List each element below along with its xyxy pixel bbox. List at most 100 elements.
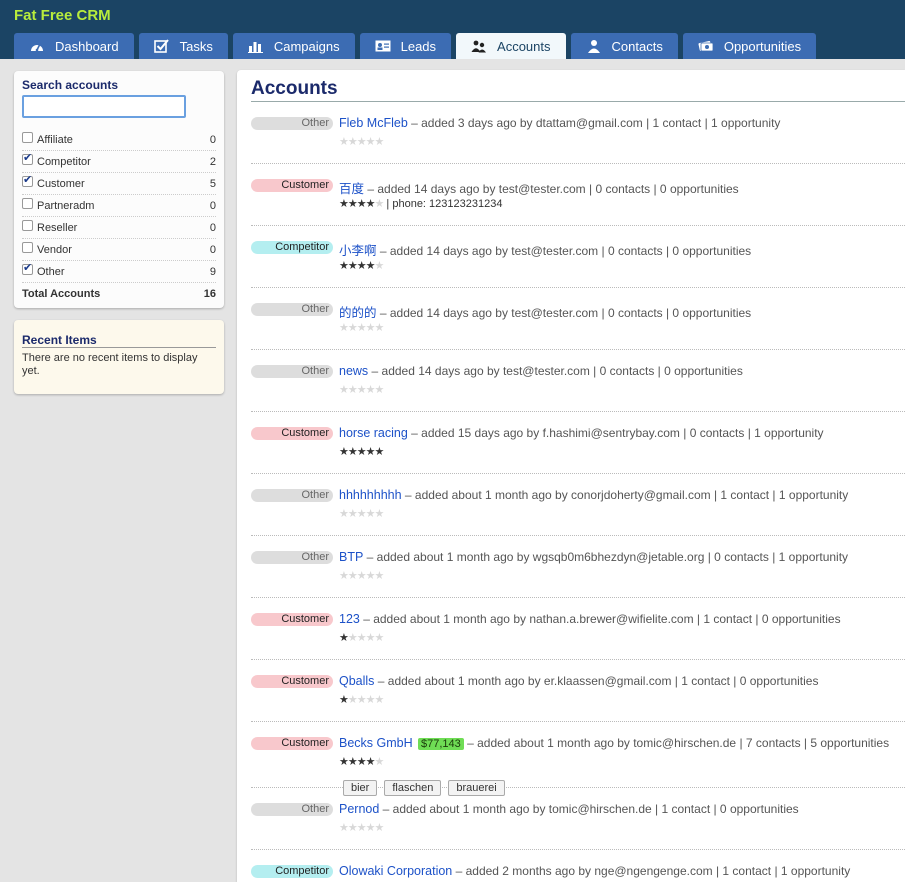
filter-partneradm: Partneradm 0 xyxy=(22,195,216,217)
account-name-link[interactable]: BTP xyxy=(339,550,363,564)
account-meta: – added 14 days ago by test@tester.com |… xyxy=(368,364,743,378)
rating-star-icon: ★ xyxy=(347,631,358,644)
rating-star-icon: ★ xyxy=(365,569,376,582)
rating-star-icon: ★ xyxy=(374,693,385,706)
rating-star-icon: ★ xyxy=(339,507,349,520)
rating-star-icon: ★ xyxy=(339,693,349,706)
pipeline-amount-badge: $77,143 xyxy=(417,738,464,750)
filter-label[interactable]: Other xyxy=(37,266,65,278)
opportunities-icon xyxy=(698,39,714,53)
account-details: ★★★★★ xyxy=(339,755,384,768)
rating-star-icon: ★ xyxy=(347,259,358,272)
tab-dashboard[interactable]: Dashboard xyxy=(14,33,134,59)
filter-count: 0 xyxy=(209,133,216,146)
account-name-link[interactable]: Pernod xyxy=(339,802,379,816)
app-logo[interactable]: Fat Free CRM xyxy=(14,7,111,24)
filter-label[interactable]: Affiliate xyxy=(37,134,73,146)
category-badge: Competitor xyxy=(251,865,333,878)
account-name-link[interactable]: news xyxy=(339,364,368,378)
filter-checkbox[interactable] xyxy=(22,173,33,187)
app-header: Fat Free CRM Dashboard Tasks Campaigns Lead… xyxy=(0,0,905,59)
tab-leads[interactable]: Leads xyxy=(359,33,452,59)
account-summary: 百度 – added 14 days ago by test@tester.co… xyxy=(339,178,739,197)
filter-affiliate: Affiliate 0 xyxy=(22,129,216,151)
search-accounts-panel: Search accounts Affiliate 0 Competitor 2 Cus… xyxy=(14,71,224,308)
account-item: Customer horse racing – added 15 days ago… xyxy=(251,412,905,474)
category-badge: Customer xyxy=(251,737,333,750)
account-summary: 小李啊 – added 14 days ago by test@tester.c… xyxy=(339,240,751,259)
recent-items-title: Recent Items xyxy=(22,333,97,347)
rating-star-icon: ★ xyxy=(365,755,376,768)
filter-label[interactable]: Reseller xyxy=(37,222,77,234)
account-meta: – added about 1 month ago by er.klaassen… xyxy=(374,674,819,688)
account-meta: – added 14 days ago by test@tester.com |… xyxy=(376,306,752,320)
account-meta: – added 2 months ago by nge@ngengenge.co… xyxy=(452,864,851,878)
rating-star-icon: ★ xyxy=(356,631,367,644)
account-name-link[interactable]: hhhhhhhhh xyxy=(339,488,402,502)
rating-star-icon: ★ xyxy=(339,755,349,768)
filter-count: 0 xyxy=(209,199,216,212)
account-meta: – added about 1 month ago by tomic@hirsc… xyxy=(379,802,799,816)
rating-stars: ★★★★★ xyxy=(339,383,384,396)
filter-checkbox[interactable] xyxy=(22,242,33,253)
rating-star-icon: ★ xyxy=(347,755,358,768)
rating-star-icon: ★ xyxy=(339,821,349,834)
rating-star-icon: ★ xyxy=(365,259,376,272)
tab-accounts[interactable]: Accounts xyxy=(456,33,566,59)
account-name-link[interactable]: 的的的 xyxy=(339,306,377,320)
accounts-main-panel: Accounts Other Fleb McFleb – added 3 days… xyxy=(237,70,905,882)
account-meta: – added 3 days ago by dtattam@gmail.com … xyxy=(407,116,781,130)
account-meta: – added about 1 month ago by wgsqb0m6bhe… xyxy=(363,550,849,564)
search-accounts-input[interactable] xyxy=(22,95,186,118)
account-item: Other Fleb McFleb – added 3 days ago by d… xyxy=(251,102,905,164)
account-category-filters: Affiliate 0 Competitor 2 Customer 5 Partneradm… xyxy=(22,129,216,305)
filter-checkbox[interactable] xyxy=(22,220,33,231)
account-name-link[interactable]: Qballs xyxy=(339,674,374,688)
tab-opportunities[interactable]: Opportunities xyxy=(682,33,817,59)
rating-star-icon: ★ xyxy=(347,383,358,396)
rating-stars: ★★★★★ xyxy=(339,631,384,644)
account-details: ★★★★★ xyxy=(339,135,384,148)
filter-checkbox[interactable] xyxy=(22,198,33,209)
filter-label[interactable]: Vendor xyxy=(37,244,72,256)
account-name-link[interactable]: horse racing xyxy=(339,426,408,440)
rating-star-icon: ★ xyxy=(356,693,367,706)
account-name-link[interactable]: 百度 xyxy=(339,182,364,196)
rating-stars: ★★★★★ xyxy=(339,197,384,210)
account-summary: Fleb McFleb – added 3 days ago by dtatta… xyxy=(339,116,780,130)
tab-tasks[interactable]: Tasks xyxy=(138,33,228,59)
account-details: ★★★★★ xyxy=(339,821,384,834)
accounts-list: Other Fleb McFleb – added 3 days ago by d… xyxy=(251,102,905,882)
filter-other: Other 9 xyxy=(22,261,216,283)
rating-stars: ★★★★★ xyxy=(339,569,384,582)
account-name-link[interactable]: Fleb McFleb xyxy=(339,116,408,130)
filter-label[interactable]: Partneradm xyxy=(37,200,94,212)
tab-label: Accounts xyxy=(497,38,551,54)
tab-label: Tasks xyxy=(179,38,213,54)
account-name-link[interactable]: Becks GmbH xyxy=(339,736,413,750)
rating-star-icon: ★ xyxy=(356,321,367,334)
category-badge: Other xyxy=(251,489,333,502)
rating-star-icon: ★ xyxy=(365,507,376,520)
tab-campaigns[interactable]: Campaigns xyxy=(232,33,355,59)
filter-checkbox[interactable] xyxy=(22,132,33,143)
total-accounts-label: Total Accounts xyxy=(22,288,101,300)
account-meta: – added about 1 month ago by conorjdoher… xyxy=(401,488,849,502)
tab-contacts[interactable]: Contacts xyxy=(570,33,678,59)
filter-competitor: Competitor 2 xyxy=(22,151,216,173)
rating-stars: ★★★★★ xyxy=(339,259,384,272)
filter-checkbox[interactable] xyxy=(22,261,33,275)
filter-label[interactable]: Competitor xyxy=(37,156,91,168)
filter-count: 5 xyxy=(209,177,216,190)
account-name-link[interactable]: Olowaki Corporation xyxy=(339,864,452,878)
rating-star-icon: ★ xyxy=(365,197,376,210)
account-name-link[interactable]: 小李啊 xyxy=(339,244,377,258)
account-phone: | phone: 123123231234 xyxy=(383,198,503,210)
rating-star-icon: ★ xyxy=(339,259,349,272)
filter-label[interactable]: Customer xyxy=(37,178,85,190)
account-name-link[interactable]: 123 xyxy=(339,612,360,626)
rating-star-icon: ★ xyxy=(356,569,367,582)
total-accounts-row: Total Accounts 16 xyxy=(22,283,216,305)
filter-checkbox[interactable] xyxy=(22,151,33,165)
contacts-icon xyxy=(586,39,602,53)
